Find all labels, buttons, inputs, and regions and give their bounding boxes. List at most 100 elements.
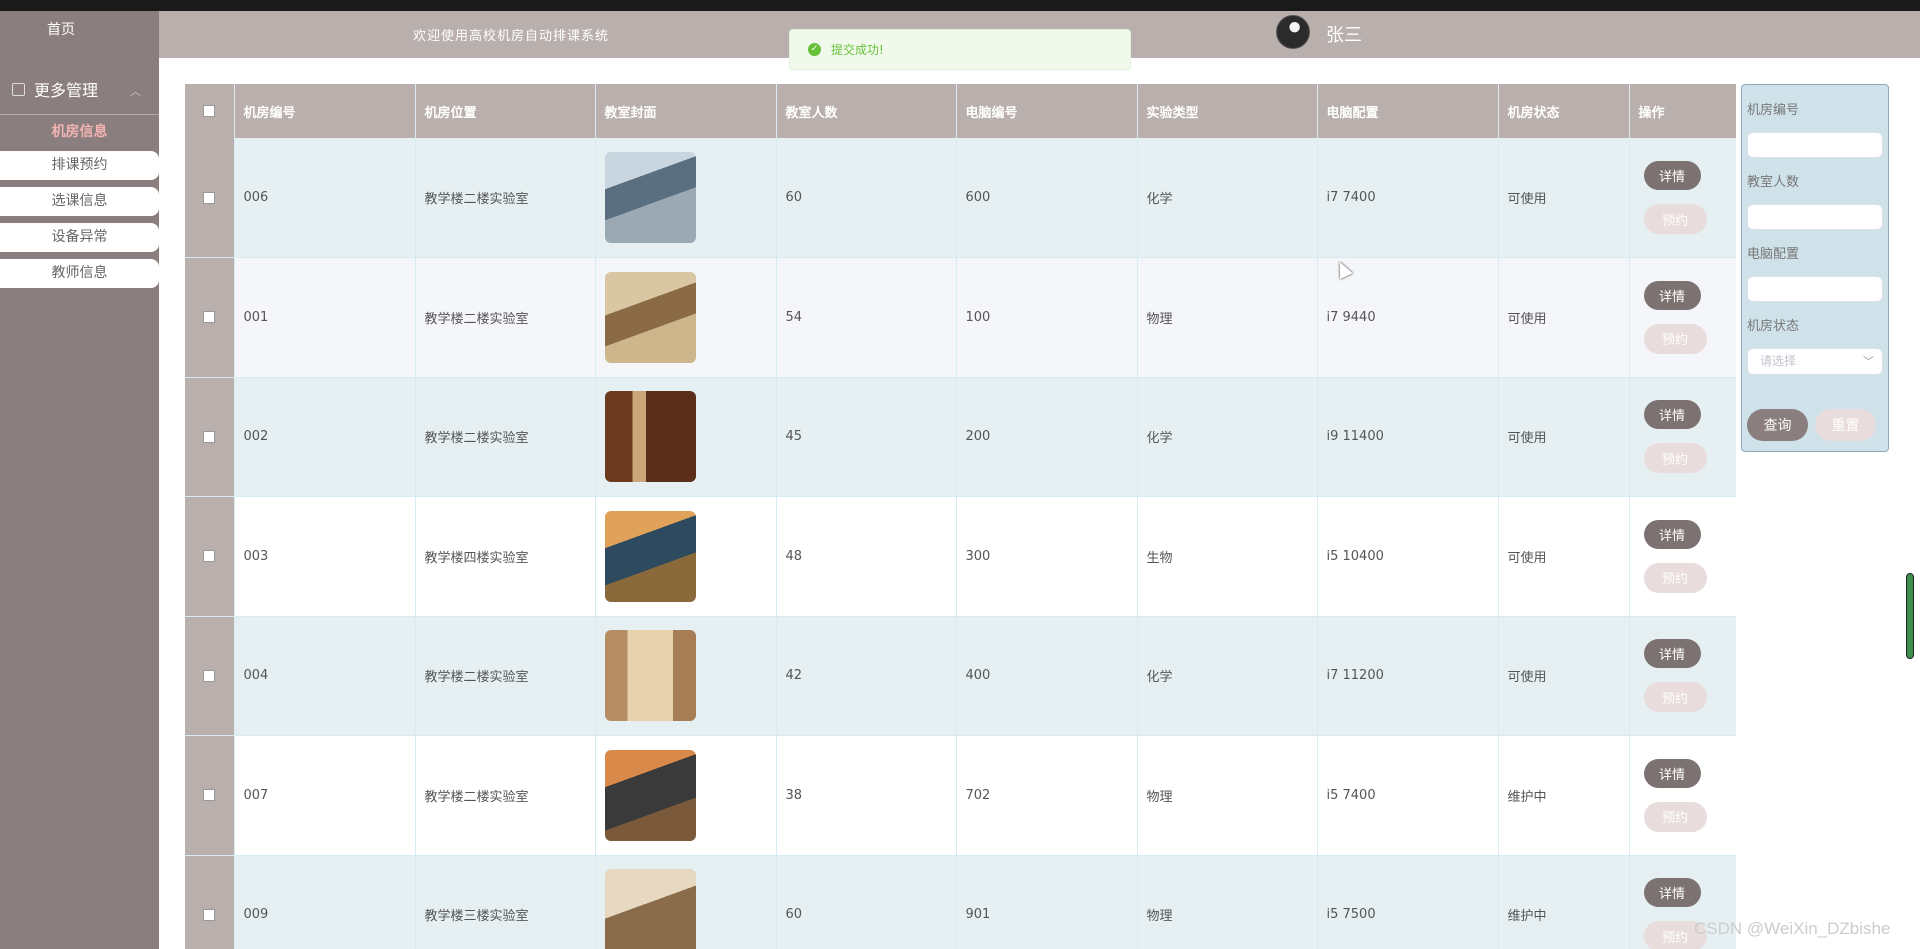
- cell-status: 可使用: [1498, 257, 1630, 378]
- cell-cover: [595, 735, 777, 856]
- row-select-cell: [185, 138, 235, 258]
- table-header-row: 机房编号 机房位置 教室封面 教室人数 电脑编号 实验类型 电脑配置 机房状态 …: [185, 84, 1736, 138]
- classroom-cover-image[interactable]: [604, 749, 696, 841]
- status-select[interactable]: 请选择 ﹀: [1747, 348, 1883, 375]
- row-checkbox[interactable]: [203, 550, 216, 563]
- reserve-button[interactable]: 预约: [1643, 204, 1707, 234]
- column-header: 教室封面: [595, 84, 777, 138]
- avatar[interactable]: [1276, 15, 1310, 49]
- cell-capacity: 45: [776, 377, 957, 497]
- sidebar-item-teacher-info[interactable]: 教师信息: [0, 259, 159, 288]
- room-table: 机房编号 机房位置 教室封面 教室人数 电脑编号 实验类型 电脑配置 机房状态 …: [185, 84, 1736, 949]
- cell-status: 维护中: [1498, 855, 1630, 949]
- cell-status: 可使用: [1498, 496, 1630, 617]
- cell-room-no: 004: [234, 616, 416, 736]
- query-button[interactable]: 查询: [1747, 409, 1808, 441]
- row-checkbox[interactable]: [203, 669, 216, 682]
- column-header: 机房状态: [1498, 84, 1630, 138]
- cell-config: i9 11400: [1317, 377, 1499, 497]
- cell-capacity: 54: [776, 257, 957, 378]
- cell-exp-type: 化学: [1137, 377, 1318, 497]
- cell-actions: 详情 预约: [1629, 138, 1736, 258]
- cell-pc-no: 901: [956, 855, 1138, 949]
- room-no-input[interactable]: [1747, 132, 1883, 158]
- cell-config: i5 10400: [1317, 496, 1499, 617]
- detail-button[interactable]: 详情: [1643, 758, 1701, 788]
- reset-button[interactable]: 重置: [1815, 409, 1876, 441]
- cell-room-no: 007: [234, 735, 416, 856]
- table-row: 003 教学楼四楼实验室 48 300 生物 i5 10400 可使用 详情 预…: [185, 496, 1736, 617]
- sidebar: 首页 更多管理 ︿ 机房信息 排课预约 选课信息 设备异常 教师信息: [0, 11, 159, 949]
- cell-cover: [595, 616, 777, 736]
- cell-config: i7 11200: [1317, 616, 1499, 736]
- classroom-cover-image[interactable]: [604, 152, 696, 243]
- sidebar-item-schedule-booking[interactable]: 排课预约: [0, 151, 159, 180]
- menu-icon: [12, 82, 25, 96]
- classroom-cover-image[interactable]: [604, 869, 696, 949]
- detail-button[interactable]: 详情: [1643, 400, 1701, 430]
- sidebar-item-room-info[interactable]: 机房信息: [0, 114, 159, 150]
- classroom-cover-image[interactable]: [604, 630, 696, 722]
- cell-location: 教学楼二楼实验室: [415, 735, 596, 856]
- search-panel: 机房编号 教室人数 电脑配置 机房状态 请选择 ﹀ 查询 重置: [1741, 84, 1889, 452]
- detail-button[interactable]: 详情: [1643, 161, 1701, 190]
- success-toast: ✓ 提交成功!: [789, 29, 1131, 70]
- table-row: 001 教学楼二楼实验室 54 100 物理 i7 9440 可使用 详情 预约: [185, 257, 1736, 378]
- cell-location: 教学楼二楼实验室: [415, 377, 596, 497]
- cell-cover: [595, 138, 777, 258]
- row-checkbox[interactable]: [203, 311, 216, 324]
- reserve-button[interactable]: 预约: [1643, 443, 1707, 474]
- cell-exp-type: 化学: [1137, 616, 1318, 736]
- row-select-cell: [185, 377, 235, 497]
- cell-status: 可使用: [1498, 138, 1630, 258]
- cell-cover: [595, 855, 777, 949]
- cell-exp-type: 化学: [1137, 138, 1318, 258]
- capacity-input[interactable]: [1747, 204, 1883, 230]
- row-checkbox[interactable]: [203, 908, 216, 921]
- cell-actions: 详情 预约: [1629, 735, 1736, 856]
- classroom-cover-image[interactable]: [604, 391, 696, 483]
- detail-button[interactable]: 详情: [1643, 280, 1701, 310]
- classroom-cover-image[interactable]: [604, 510, 696, 602]
- row-checkbox[interactable]: [203, 789, 216, 802]
- reserve-button[interactable]: 预约: [1643, 801, 1707, 832]
- cell-cover: [595, 377, 777, 497]
- cell-actions: 详情 预约: [1629, 257, 1736, 378]
- cell-capacity: 48: [776, 496, 957, 617]
- check-circle-icon: ✓: [808, 43, 821, 56]
- column-header: 实验类型: [1137, 84, 1318, 138]
- detail-button[interactable]: 详情: [1643, 878, 1701, 908]
- username[interactable]: 张三: [1326, 21, 1362, 47]
- cell-cover: [595, 496, 777, 617]
- reserve-button[interactable]: 预约: [1643, 323, 1707, 354]
- reserve-button[interactable]: 预约: [1643, 562, 1707, 593]
- row-checkbox[interactable]: [203, 191, 216, 204]
- cell-exp-type: 物理: [1137, 257, 1318, 378]
- window-top-strip: [0, 0, 1920, 11]
- table-row: 009 教学楼三楼实验室 60 901 物理 i5 7500 维护中 详情 预约: [185, 855, 1736, 949]
- table-row: 007 教学楼二楼实验室 38 702 物理 i5 7400 维护中 详情 预约: [185, 735, 1736, 856]
- scrollbar-thumb[interactable]: [1906, 573, 1914, 659]
- cell-room-no: 002: [234, 377, 416, 497]
- sidebar-group-more-management[interactable]: 更多管理 ︿: [0, 67, 159, 111]
- detail-button[interactable]: 详情: [1643, 519, 1701, 549]
- detail-button[interactable]: 详情: [1643, 639, 1701, 669]
- cell-capacity: 60: [776, 855, 957, 949]
- reserve-button[interactable]: 预约: [1643, 682, 1707, 713]
- select-all-checkbox[interactable]: [203, 105, 216, 117]
- row-checkbox[interactable]: [203, 430, 216, 443]
- sidebar-item-course-selection[interactable]: 选课信息: [0, 187, 159, 216]
- cell-config: i5 7500: [1317, 855, 1499, 949]
- toast-message: 提交成功!: [831, 43, 884, 57]
- status-label: 机房状态: [1747, 319, 1800, 334]
- row-select-cell: [185, 616, 235, 736]
- sidebar-item-device-exception[interactable]: 设备异常: [0, 223, 159, 252]
- watermark: CSDN @WeiXin_DZbishe: [1694, 919, 1891, 938]
- cell-location: 教学楼二楼实验室: [415, 257, 596, 378]
- column-header: 机房编号: [234, 84, 416, 138]
- classroom-cover-image[interactable]: [604, 271, 696, 363]
- config-input[interactable]: [1747, 276, 1883, 302]
- chevron-down-icon: ﹀: [1863, 355, 1874, 368]
- sidebar-item-home[interactable]: 首页: [0, 11, 122, 50]
- cell-capacity: 60: [776, 138, 957, 258]
